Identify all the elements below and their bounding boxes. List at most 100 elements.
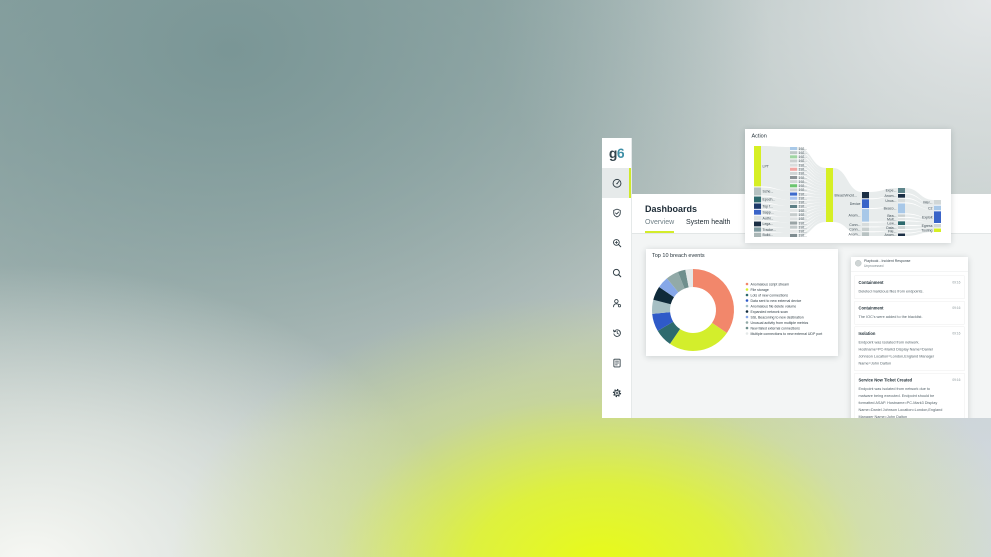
- sidebar-item-dashboard[interactable]: [602, 168, 631, 198]
- sankey-node[interactable]: [754, 196, 761, 203]
- sankey-node-label: Conn...: [849, 223, 860, 227]
- sankey-node[interactable]: [754, 232, 761, 237]
- playbook-step-time: 09:16: [952, 281, 961, 285]
- sidebar-item-search[interactable]: [602, 258, 631, 288]
- sankey-node-label: Build...: [763, 233, 774, 237]
- sankey-node[interactable]: [790, 151, 797, 155]
- sidebar: g6: [602, 138, 632, 418]
- sankey-node[interactable]: [754, 187, 761, 196]
- sankey-node[interactable]: [790, 180, 797, 184]
- brand-logo[interactable]: g6: [602, 138, 631, 168]
- sankey-node[interactable]: [754, 146, 761, 187]
- action-card-title: Action: [751, 133, 767, 139]
- legend-item: Data sent to new external device: [745, 299, 802, 303]
- sankey-node[interactable]: [862, 192, 869, 199]
- sankey-node-label: Unus...: [885, 199, 896, 203]
- playbook-step-description: The IOC's were added to the blacklist.: [858, 314, 923, 320]
- search-icon: [612, 268, 621, 278]
- sankey-node[interactable]: [754, 209, 761, 215]
- sankey-node[interactable]: [898, 214, 905, 217]
- sankey-node[interactable]: [790, 200, 797, 204]
- playbook-step[interactable]: Containment 09:16 The IOC's were added t…: [854, 301, 965, 325]
- playbook-step-title: Isolation: [858, 331, 876, 337]
- sankey-node[interactable]: [790, 204, 797, 209]
- sankey-node[interactable]: [754, 227, 761, 232]
- legend-swatch: [745, 310, 749, 313]
- sankey-node-label: Epoch...: [763, 198, 776, 202]
- sankey-node[interactable]: [790, 233, 797, 237]
- playbook-step[interactable]: Containment 09:16 Deleted malicious file…: [854, 275, 965, 299]
- sankey-node[interactable]: [898, 233, 905, 236]
- sankey-node[interactable]: [790, 225, 797, 229]
- brand-logo-text: g6: [608, 145, 625, 161]
- sankey-node[interactable]: [790, 188, 797, 192]
- sankey-node[interactable]: [934, 228, 941, 233]
- sankey-node[interactable]: [790, 184, 797, 188]
- sankey-node[interactable]: [790, 163, 797, 167]
- sankey-node[interactable]: [934, 224, 941, 228]
- sankey-node[interactable]: [790, 167, 797, 171]
- sankey-node[interactable]: [898, 226, 905, 230]
- sankey-node-label: Tooling: [921, 229, 932, 233]
- sankey-node[interactable]: [934, 200, 941, 205]
- tab-overview[interactable]: Overview: [645, 219, 674, 226]
- sankey-node[interactable]: [790, 221, 797, 225]
- sankey-node-label: Authi...: [763, 216, 774, 220]
- sidebar-item-reports[interactable]: [602, 348, 631, 378]
- sankey-node[interactable]: [790, 159, 797, 163]
- sankey-node[interactable]: [790, 209, 797, 213]
- legend-label: File storage: [751, 288, 769, 292]
- sidebar-item-users[interactable]: [602, 288, 631, 318]
- legend-label: New failed external connections: [751, 326, 801, 330]
- sankey-node[interactable]: [790, 175, 797, 180]
- sankey-node-label: Top f...: [763, 204, 774, 208]
- sankey-node[interactable]: [826, 168, 833, 222]
- sankey-node[interactable]: [862, 232, 869, 236]
- playbook-steps: Containment 09:16 Deleted malicious file…: [851, 272, 968, 418]
- donut-slice[interactable]: [693, 269, 734, 334]
- sankey-node[interactable]: [862, 222, 869, 227]
- sankey-node[interactable]: [754, 221, 761, 227]
- sankey-node[interactable]: [862, 227, 869, 232]
- sankey-node[interactable]: [790, 147, 797, 151]
- playbook-icon: [855, 260, 862, 267]
- sankey-links: [761, 146, 934, 237]
- sankey-node[interactable]: [934, 211, 941, 223]
- sidebar-item-investigate[interactable]: [602, 228, 631, 258]
- sankey-node[interactable]: [790, 229, 797, 233]
- dashboard-gauge-icon: [612, 178, 621, 188]
- sankey-node-label: 192...: [799, 234, 808, 238]
- shield-icon: [612, 208, 621, 218]
- sankey-node[interactable]: [790, 155, 797, 159]
- sankey-node[interactable]: [898, 221, 905, 226]
- playbook-step-time: 09:16: [952, 332, 961, 336]
- sankey-node[interactable]: [790, 217, 797, 221]
- sankey-node-label: Inter...: [923, 201, 933, 205]
- sankey-node[interactable]: [754, 203, 761, 209]
- playbook-step-title: Containment: [858, 280, 884, 286]
- tab-system-health[interactable]: System health: [686, 219, 730, 226]
- sankey-node[interactable]: [898, 198, 905, 203]
- playbook-step-description: Endpoint was isolated from network. Host…: [858, 340, 935, 366]
- sankey-node[interactable]: [898, 217, 905, 221]
- legend-label: Data sent to new external device: [751, 299, 802, 303]
- sankey-node[interactable]: [862, 199, 869, 209]
- playbook-step[interactable]: Service Now Ticket Created 09:16 Endpoin…: [854, 373, 965, 418]
- sankey-node[interactable]: [790, 192, 797, 196]
- sankey-node[interactable]: [898, 188, 905, 193]
- legend-item: Anomalous script stream: [745, 282, 789, 286]
- sankey-node[interactable]: [790, 171, 797, 175]
- sankey-node[interactable]: [862, 209, 869, 222]
- sankey-node[interactable]: [934, 205, 941, 211]
- sankey-node[interactable]: [754, 215, 761, 221]
- sankey-node[interactable]: [898, 193, 905, 198]
- playbook-step[interactable]: Isolation 09:16 Endpoint was isolated fr…: [854, 326, 965, 371]
- sidebar-item-history[interactable]: [602, 318, 631, 348]
- sidebar-item-settings[interactable]: [602, 378, 631, 408]
- sankey-node[interactable]: [898, 230, 905, 233]
- sankey-node[interactable]: [790, 213, 797, 217]
- sidebar-item-security[interactable]: [602, 198, 631, 228]
- sankey-node[interactable]: [898, 203, 905, 214]
- sankey-node[interactable]: [790, 196, 797, 200]
- sankey-node-label: LPT: [763, 164, 770, 168]
